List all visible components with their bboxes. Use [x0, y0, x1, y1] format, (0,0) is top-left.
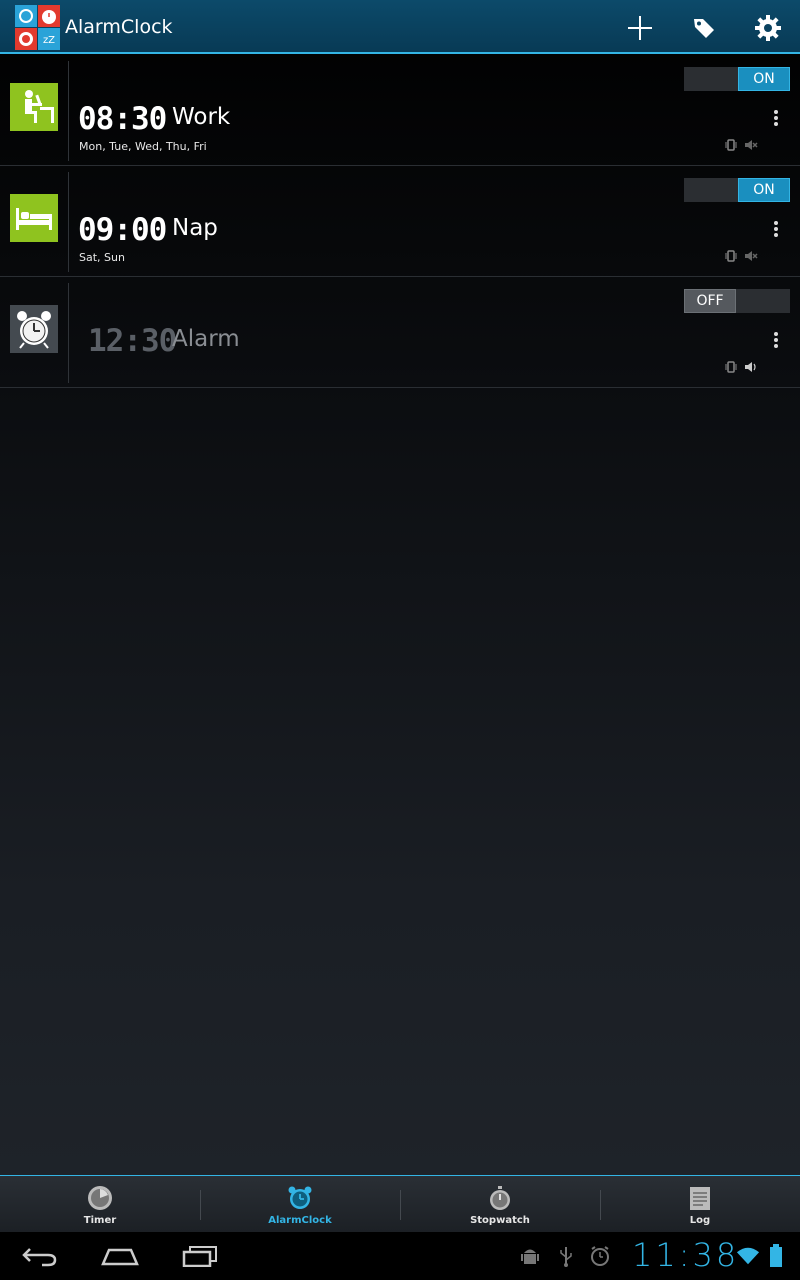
back-icon: [22, 1248, 57, 1267]
alarm-toggle[interactable]: OFF: [684, 289, 790, 313]
svg-text:zZ: zZ: [43, 35, 55, 46]
alarm-status-icon: [588, 1244, 612, 1268]
alarm-time: 08:30: [78, 101, 167, 137]
alarm-status-icons: [724, 360, 758, 374]
wifi-icon: [736, 1244, 760, 1268]
tag-icon: [694, 19, 714, 38]
alarm-name: Work: [172, 104, 231, 130]
home-button[interactable]: [90, 1238, 150, 1274]
more-vertical-icon: [774, 110, 778, 126]
row-divider: [68, 61, 69, 161]
alarm-row[interactable]: 12:30 Alarm OFF: [0, 278, 800, 388]
tab-alarmclock[interactable]: AlarmClock: [200, 1176, 400, 1232]
alarm-time: 09:00: [78, 212, 167, 248]
mute-icon: [745, 140, 758, 150]
add-alarm-button[interactable]: [620, 8, 660, 48]
usb-icon: [554, 1244, 578, 1268]
android-debug-icon: [518, 1244, 542, 1268]
overflow-menu-button[interactable]: [766, 217, 786, 241]
alarm-toggle[interactable]: ON: [684, 67, 790, 91]
tab-log[interactable]: Log: [600, 1176, 800, 1232]
tab-timer[interactable]: Timer: [0, 1176, 200, 1232]
app-title: AlarmClock: [65, 16, 173, 38]
app-logo-icon[interactable]: zZ: [15, 5, 60, 50]
more-vertical-icon: [774, 332, 778, 348]
toggle-label: ON: [738, 67, 790, 91]
alarm-days: Mon, Tue, Wed, Thu, Fri: [79, 140, 207, 153]
vibrate-icon: [725, 250, 737, 262]
bottom-tab-bar: Timer AlarmClock Stopwatch Log: [0, 1175, 800, 1232]
system-clock: 11:38: [632, 1236, 740, 1274]
gear-icon: [755, 15, 781, 41]
system-nav-bar: 11:38: [0, 1232, 800, 1280]
timer-icon: [86, 1184, 114, 1212]
row-divider: [68, 172, 69, 272]
overflow-menu-button[interactable]: [766, 106, 786, 130]
toggle-label: ON: [738, 178, 790, 202]
alarm-clock-icon: [10, 305, 58, 353]
overflow-menu-button[interactable]: [766, 328, 786, 352]
toggle-label: OFF: [684, 289, 736, 313]
more-vertical-icon: [774, 221, 778, 237]
tags-button[interactable]: [684, 8, 724, 48]
alarm-time: 12:30: [88, 323, 177, 359]
alarm-days: Sat, Sun: [79, 251, 125, 264]
tab-stopwatch[interactable]: Stopwatch: [400, 1176, 600, 1232]
battery-icon: [764, 1244, 788, 1268]
action-bar: zZ AlarmClock: [0, 0, 800, 54]
back-button[interactable]: [10, 1238, 70, 1274]
recent-apps-button[interactable]: [170, 1238, 230, 1274]
alarm-row[interactable]: 08:30 Work Mon, Tue, Wed, Thu, Fri ON: [0, 56, 800, 166]
row-divider: [68, 283, 69, 383]
alarm-row[interactable]: 09:00 Nap Sat, Sun ON: [0, 167, 800, 277]
bed-icon: [10, 194, 58, 242]
tab-label: Log: [689, 1215, 711, 1226]
sound-on-icon: [745, 362, 756, 372]
settings-button[interactable]: [748, 8, 788, 48]
alarm-name: Nap: [172, 215, 218, 241]
recent-apps-icon: [182, 1246, 217, 1267]
tab-label: Stopwatch: [470, 1215, 530, 1226]
alarm-status-icons: [724, 249, 758, 263]
plus-icon: [628, 16, 652, 40]
vibrate-icon: [725, 361, 737, 373]
alarm-toggle[interactable]: ON: [684, 178, 790, 202]
tab-label: Timer: [83, 1215, 117, 1226]
alarm-status-icons: [724, 138, 758, 152]
alarm-name: Alarm: [172, 326, 240, 352]
tab-label: AlarmClock: [268, 1215, 332, 1226]
desk-worker-icon: [10, 83, 58, 131]
home-icon: [101, 1248, 139, 1266]
vibrate-icon: [725, 139, 737, 151]
stopwatch-icon: [486, 1184, 514, 1212]
alarm-clock-icon: [286, 1184, 314, 1212]
notepad-icon: [686, 1184, 714, 1212]
mute-icon: [745, 251, 758, 261]
